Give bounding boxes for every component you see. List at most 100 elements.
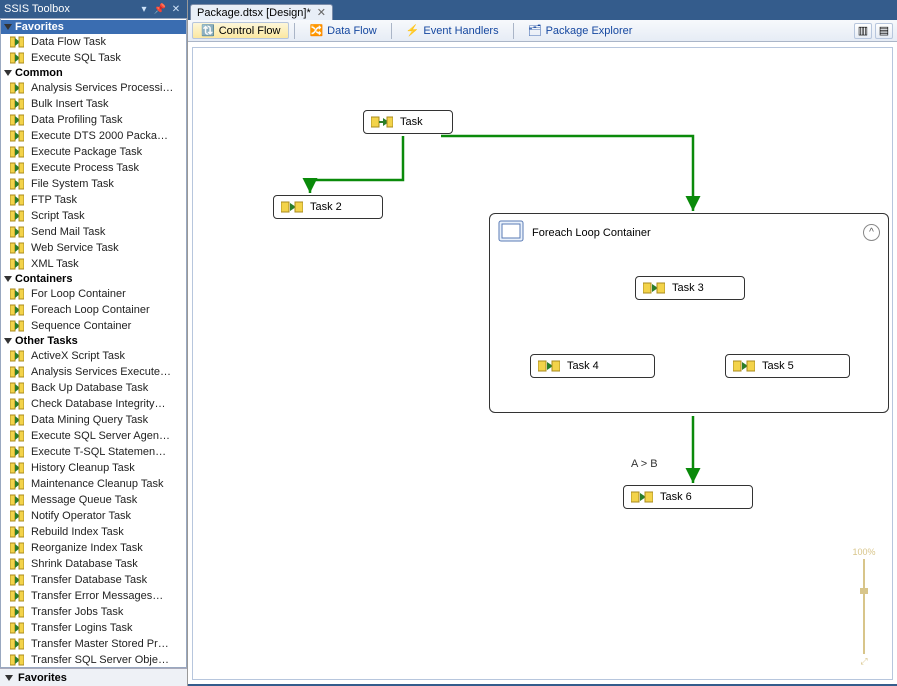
toolbox-item-label: Shrink Database Task (31, 558, 138, 570)
design-canvas[interactable]: Task Task 2 Foreach Loop Container ^ (192, 47, 893, 680)
node-label: Task 3 (672, 282, 704, 294)
collapse-toggle-icon[interactable]: ^ (863, 224, 880, 241)
toolbox-item[interactable]: Execute DTS 2000 Packa… (1, 128, 186, 144)
toolbox-item[interactable]: Execute Process Task (1, 160, 186, 176)
toolbox-tree[interactable]: FavoritesData Flow TaskExecute SQL TaskC… (0, 18, 187, 668)
close-icon[interactable]: ✕ (169, 2, 183, 16)
task-icon (9, 349, 25, 363)
toolbox-item[interactable]: Script Task (1, 208, 186, 224)
zoom-track[interactable] (863, 559, 865, 654)
toolbox-item[interactable]: Check Database Integrity… (1, 396, 186, 412)
subtab-right-toolbar: ▥ ▤ (854, 23, 893, 39)
toolbox-item-label: Transfer Database Task (31, 574, 147, 586)
tab-data-flow[interactable]: 🔀 Data Flow (300, 22, 385, 39)
toolbox-item[interactable]: Web Service Task (1, 240, 186, 256)
tab-control-flow[interactable]: 🔃 Control Flow (192, 22, 289, 39)
dropdown-icon[interactable]: ▾ (137, 2, 151, 16)
group-header[interactable]: Containers (1, 272, 186, 286)
toolbox-item[interactable]: Back Up Database Task (1, 380, 186, 396)
document-tab[interactable]: Package.dtsx [Design]* ✕ (190, 4, 333, 20)
zoom-thumb[interactable] (860, 588, 868, 594)
toolbox-item-label: Execute SQL Server Agen… (31, 430, 170, 442)
node-task6[interactable]: Task 6 (623, 485, 753, 509)
toolbox-item-label: Notify Operator Task (31, 510, 131, 522)
task-icon (9, 557, 25, 571)
close-tab-icon[interactable]: ✕ (317, 6, 326, 19)
toolbox-item[interactable]: Transfer Master Stored Pr… (1, 636, 186, 652)
task-icon (370, 114, 394, 130)
toolbox-item[interactable]: XML Task (1, 256, 186, 272)
group-header[interactable]: Common (1, 66, 186, 80)
node-task[interactable]: Task (363, 110, 453, 134)
toolbox-item[interactable]: Data Mining Query Task (1, 412, 186, 428)
toolbox-footer-favorites[interactable]: Favorites (0, 668, 187, 686)
toolbox-item[interactable]: History Cleanup Task (1, 460, 186, 476)
toolbox-item[interactable]: Execute SQL Server Agen… (1, 428, 186, 444)
group-header[interactable]: Favorites (1, 20, 186, 34)
toolbox-item[interactable]: Transfer Jobs Task (1, 604, 186, 620)
toolbox-item-label: FTP Task (31, 194, 77, 206)
toolbox-item[interactable]: Execute Package Task (1, 144, 186, 160)
task-icon (9, 193, 25, 207)
task-icon (9, 461, 25, 475)
toolbox-item-label: Transfer Error Messages… (31, 590, 163, 602)
container-label: Foreach Loop Container (532, 227, 651, 239)
toolbox-item-label: Back Up Database Task (31, 382, 148, 394)
toolbox-item[interactable]: Transfer Database Task (1, 572, 186, 588)
toolbox-item[interactable]: Transfer Error Messages… (1, 588, 186, 604)
toolbox-item-label: Web Service Task (31, 242, 119, 254)
toolbox-item[interactable]: Send Mail Task (1, 224, 186, 240)
zoom-slider[interactable]: 100% ⤢ (852, 547, 876, 667)
node-task5[interactable]: Task 5 (725, 354, 850, 378)
toolbox-title-bar[interactable]: SSIS Toolbox ▾ 📌 ✕ (0, 0, 187, 18)
toolbox-item[interactable]: Bulk Insert Task (1, 96, 186, 112)
toolbar-button-a[interactable]: ▥ (854, 23, 872, 39)
toolbox-item[interactable]: Analysis Services Processi… (1, 80, 186, 96)
toolbar-button-b[interactable]: ▤ (875, 23, 893, 39)
task-icon (9, 319, 25, 333)
task-icon (9, 177, 25, 191)
toolbox-item[interactable]: Notify Operator Task (1, 508, 186, 524)
toolbox-item[interactable]: File System Task (1, 176, 186, 192)
toolbox-item-label: ActiveX Script Task (31, 350, 125, 362)
toolbox-item[interactable]: Execute T-SQL Statemen… (1, 444, 186, 460)
tab-event-handlers[interactable]: ⚡ Event Handlers (397, 22, 508, 39)
toolbox-item[interactable]: ActiveX Script Task (1, 348, 186, 364)
toolbox-item[interactable]: Message Queue Task (1, 492, 186, 508)
toolbox-item[interactable]: Transfer Logins Task (1, 620, 186, 636)
toolbox-item[interactable]: Shrink Database Task (1, 556, 186, 572)
group-header[interactable]: Other Tasks (1, 334, 186, 348)
toolbox-item-label: Data Profiling Task (31, 114, 123, 126)
task-icon (9, 589, 25, 603)
node-task3[interactable]: Task 3 (635, 276, 745, 300)
toolbox-item[interactable]: Execute SQL Task (1, 50, 186, 66)
node-task2[interactable]: Task 2 (273, 195, 383, 219)
toolbox-item[interactable]: Analysis Services Execute… (1, 364, 186, 380)
toolbox-item[interactable]: Data Flow Task (1, 34, 186, 50)
toolbox-item[interactable]: Rebuild Index Task (1, 524, 186, 540)
toolbox-item[interactable]: Foreach Loop Container (1, 302, 186, 318)
fit-icon[interactable]: ⤢ (860, 656, 867, 667)
toolbox-item-label: Bulk Insert Task (31, 98, 108, 110)
toolbox-item[interactable]: Sequence Container (1, 318, 186, 334)
toolbox-item[interactable]: Reorganize Index Task (1, 540, 186, 556)
toolbox-item-label: Reorganize Index Task (31, 542, 143, 554)
task-icon (9, 525, 25, 539)
task-icon (732, 358, 756, 374)
toolbox-item[interactable]: Maintenance Cleanup Task (1, 476, 186, 492)
toolbox-item[interactable]: For Loop Container (1, 286, 186, 302)
task-icon (537, 358, 561, 374)
tab-package-explorer[interactable]: 🗂 Package Explorer (519, 22, 642, 39)
node-task4[interactable]: Task 4 (530, 354, 655, 378)
task-icon (9, 637, 25, 651)
toolbox-item[interactable]: Transfer SQL Server Obje… (1, 652, 186, 668)
toolbox-item-label: History Cleanup Task (31, 462, 135, 474)
toolbox-item[interactable]: Data Profiling Task (1, 112, 186, 128)
pin-icon[interactable]: 📌 (153, 2, 167, 16)
designer-subtabs: 🔃 Control Flow 🔀 Data Flow ⚡ Event Handl… (188, 20, 897, 42)
toolbox-title: SSIS Toolbox (4, 3, 135, 15)
loop-icon (498, 220, 524, 245)
toolbox-item[interactable]: FTP Task (1, 192, 186, 208)
task-icon (9, 113, 25, 127)
foreach-loop-container[interactable]: Foreach Loop Container ^ Task 3 Task 4 (489, 213, 889, 413)
